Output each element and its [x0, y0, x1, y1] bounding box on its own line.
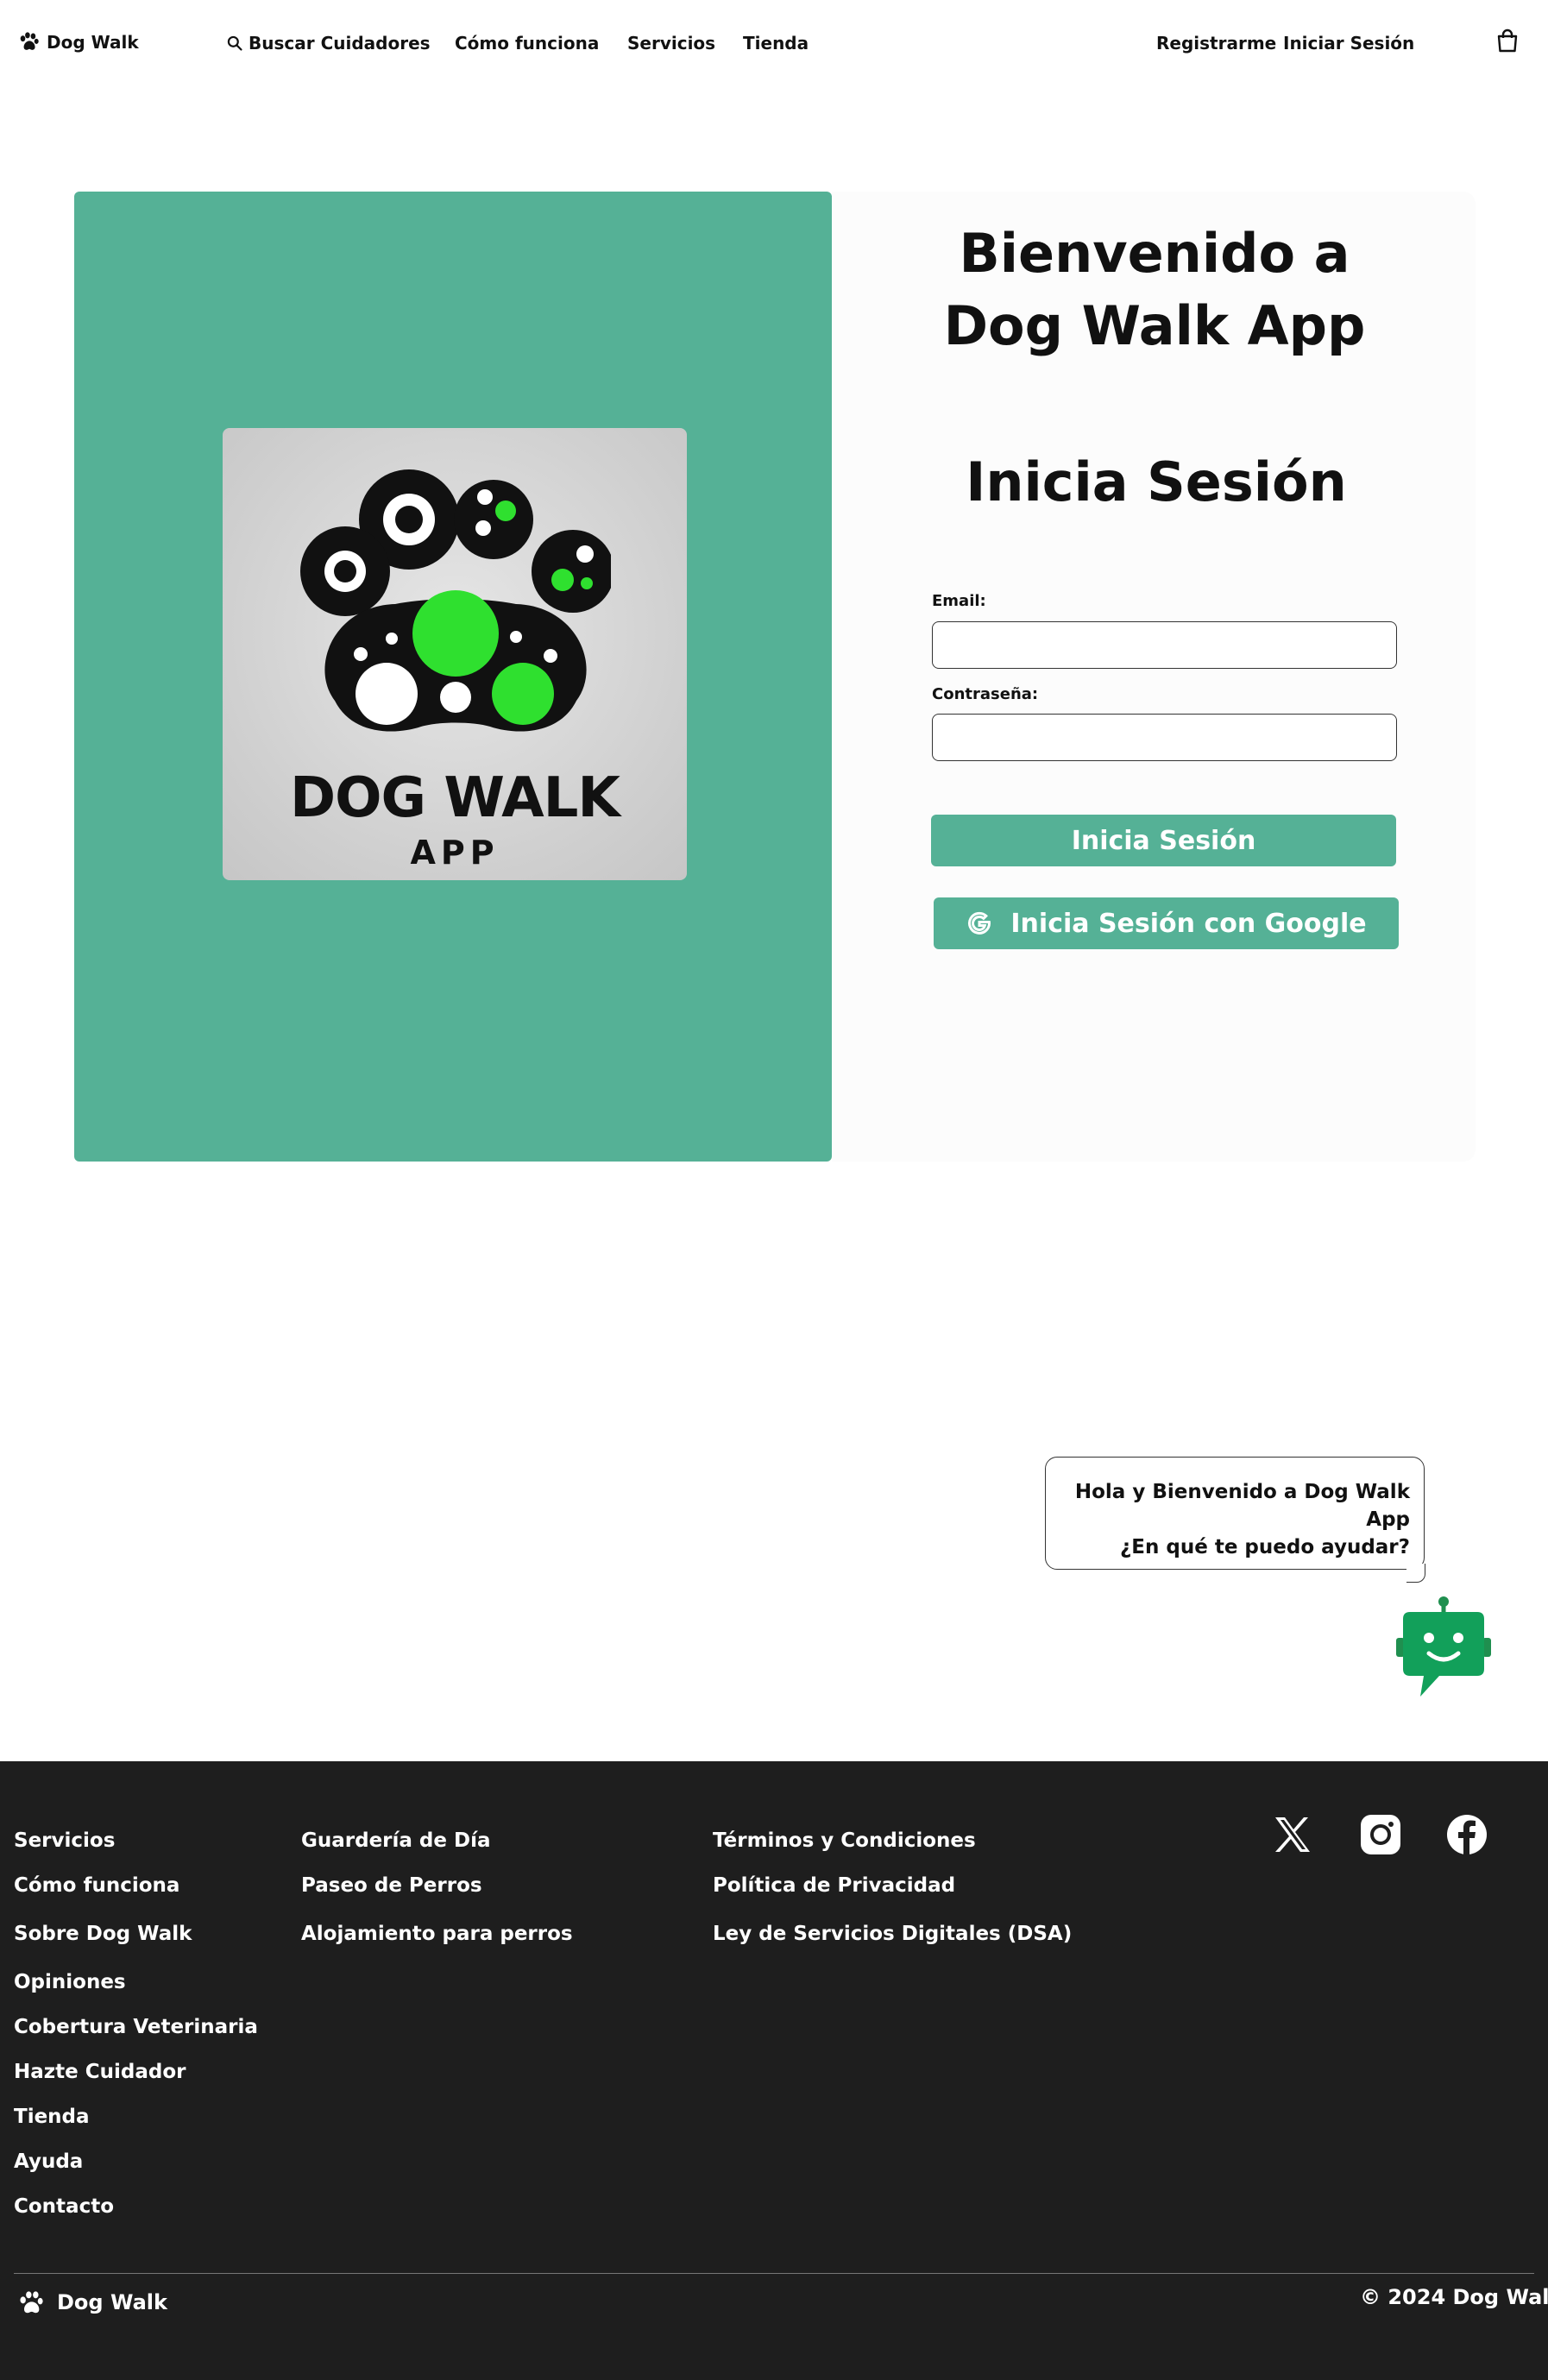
app-logo: DOG WALK APP: [223, 428, 687, 880]
footer-link-terms[interactable]: Términos y Condiciones: [713, 1829, 976, 1852]
password-field[interactable]: [932, 714, 1397, 761]
footer-link-contact[interactable]: Contacto: [14, 2195, 114, 2218]
search-icon: [227, 35, 242, 51]
chat-question-line: ¿En qué te puedo ayudar?: [1119, 1536, 1410, 1558]
footer-link-help[interactable]: Ayuda: [14, 2150, 83, 2173]
brand-name: Dog Walk: [47, 32, 139, 53]
footer-link-reviews[interactable]: Opiniones: [14, 1971, 126, 1993]
footer-brand-link[interactable]: Dog Walk: [17, 2289, 167, 2316]
welcome-heading: Bienvenido a Dog Walk App: [943, 222, 1366, 357]
instagram-icon[interactable]: [1358, 1812, 1403, 1857]
login-button[interactable]: Inicia Sesión: [931, 815, 1396, 866]
top-nav: Dog Walk Buscar Cuidadores Cómo funciona…: [0, 0, 1548, 86]
nav-services[interactable]: Servicios: [627, 33, 715, 54]
facebook-icon[interactable]: [1444, 1812, 1489, 1857]
footer-link-about[interactable]: Sobre Dog Walk: [14, 1923, 192, 1945]
footer-brand-name: Dog Walk: [57, 2290, 167, 2314]
footer-link-become-caregiver[interactable]: Hazte Cuidador: [14, 2061, 186, 2083]
footer-link-services[interactable]: Servicios: [14, 1829, 115, 1852]
chat-bubble: Hola y Bienvenido a Dog Walk App ¿En qué…: [1045, 1457, 1425, 1583]
shopping-bag-icon[interactable]: [1495, 28, 1520, 54]
nav-login[interactable]: Iniciar Sesión: [1283, 33, 1414, 54]
logo-subtitle: APP: [410, 834, 500, 872]
copyright-text: © 2024 Dog Walk: [1360, 2285, 1548, 2309]
search-caregivers-link[interactable]: Buscar Cuidadores: [226, 33, 431, 54]
password-label: Contraseña:: [932, 685, 1039, 703]
footer-link-daycare[interactable]: Guardería de Día: [301, 1829, 491, 1852]
email-field[interactable]: [932, 621, 1397, 669]
search-caregivers-label: Buscar Cuidadores: [249, 33, 431, 54]
login-button-label: Inicia Sesión: [1071, 825, 1256, 856]
nav-register[interactable]: Registrarme: [1156, 33, 1276, 54]
login-hero-panel: DOG WALK APP: [74, 192, 832, 1162]
footer-link-shop[interactable]: Tienda: [14, 2106, 90, 2128]
footer-link-vet-coverage[interactable]: Cobertura Veterinaria: [14, 2016, 258, 2038]
nav-how-it-works[interactable]: Cómo funciona: [455, 33, 599, 54]
robot-chat-icon[interactable]: [1394, 1596, 1493, 1700]
nav-shop[interactable]: Tienda: [743, 33, 809, 54]
email-label: Email:: [932, 592, 986, 610]
footer-link-dog-walking[interactable]: Paseo de Perros: [301, 1874, 482, 1897]
footer-divider: [14, 2273, 1534, 2274]
footer-link-dsa[interactable]: Ley de Servicios Digitales (DSA): [713, 1923, 1072, 1945]
google-login-label: Inicia Sesión con Google: [1010, 908, 1367, 939]
footer-link-how-it-works[interactable]: Cómo funciona: [14, 1874, 179, 1897]
login-heading: Inicia Sesión: [966, 450, 1347, 513]
brand-link[interactable]: Dog Walk: [17, 31, 139, 54]
footer-link-boarding[interactable]: Alojamiento para perros: [301, 1923, 573, 1945]
chat-greeting-line: Hola y Bienvenido a Dog Walk App: [1074, 1481, 1410, 1531]
site-footer: [0, 1761, 1548, 2380]
google-icon: [968, 911, 991, 935]
paw-logo-icon: [300, 469, 611, 732]
footer-link-privacy[interactable]: Política de Privacidad: [713, 1874, 955, 1897]
chat-bubble-tail: [1406, 1564, 1425, 1583]
x-icon[interactable]: [1270, 1812, 1315, 1857]
logo-title: DOG WALK: [290, 766, 620, 830]
paw-icon: [20, 2291, 43, 2314]
paw-icon: [20, 32, 39, 50]
google-login-button[interactable]: Inicia Sesión con Google: [934, 897, 1399, 949]
